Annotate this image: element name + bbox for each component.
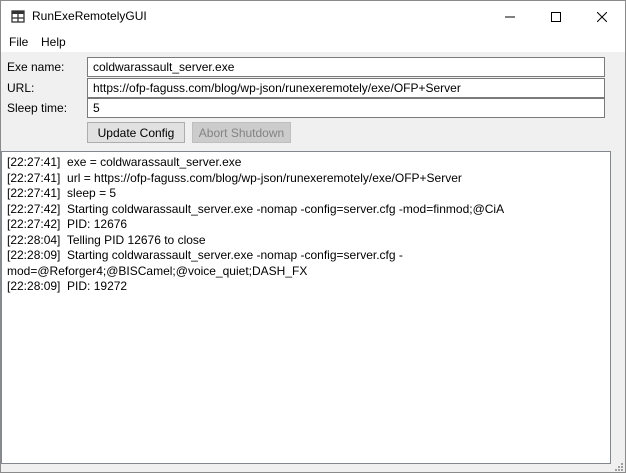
minimize-icon <box>505 16 515 17</box>
log-line: mod=@Reforger4;@BISCamel;@voice_quiet;DA… <box>7 263 308 278</box>
title-bar[interactable]: RunExeRemotelyGUI <box>1 1 625 32</box>
log-line: [22:28:04] Telling PID 12676 to close <box>7 232 206 247</box>
update-config-button[interactable]: Update Config <box>87 122 185 143</box>
log-line: [22:28:09] PID: 19272 <box>7 279 128 293</box>
abort-shutdown-button[interactable]: Abort Shutdown <box>192 122 291 143</box>
minimize-button[interactable] <box>487 1 533 32</box>
log-line: [22:27:41] url = https://ofp-faguss.com/… <box>7 170 462 185</box>
resize-grip-icon[interactable] <box>612 460 624 472</box>
exe-name-label: Exe name: <box>7 60 65 74</box>
menu-file[interactable]: File <box>9 35 28 49</box>
close-button[interactable] <box>579 1 625 32</box>
log-line: [22:28:09] Starting coldwarassault_serve… <box>7 248 403 262</box>
url-label: URL: <box>7 81 35 95</box>
sleep-time-field[interactable]: 5 <box>87 98 605 118</box>
sleep-time-label: Sleep time: <box>7 101 68 115</box>
log-line: [22:27:42] PID: 12676 <box>7 217 128 231</box>
log-line: [22:27:41] exe = coldwarassault_server.e… <box>7 155 242 169</box>
menu-help[interactable]: Help <box>41 35 66 49</box>
url-field[interactable]: https://ofp-faguss.com/blog/wp-json/rune… <box>87 78 605 98</box>
log-output[interactable]: [22:27:41] exe = coldwarassault_server.e… <box>1 151 611 464</box>
maximize-icon <box>551 11 561 22</box>
log-line: [22:27:42] Starting coldwarassault_serve… <box>7 201 505 216</box>
menu-bar: File Help <box>1 32 625 52</box>
close-icon <box>597 11 607 22</box>
maximize-button[interactable] <box>533 1 579 32</box>
app-window: RunExeRemotelyGUI File Help Exe name: co… <box>0 0 626 473</box>
window-title: RunExeRemotelyGUI <box>32 9 147 23</box>
app-icon <box>11 10 25 23</box>
exe-name-field[interactable]: coldwarassault_server.exe <box>87 57 605 77</box>
log-line: [22:27:41] sleep = 5 <box>7 186 117 200</box>
